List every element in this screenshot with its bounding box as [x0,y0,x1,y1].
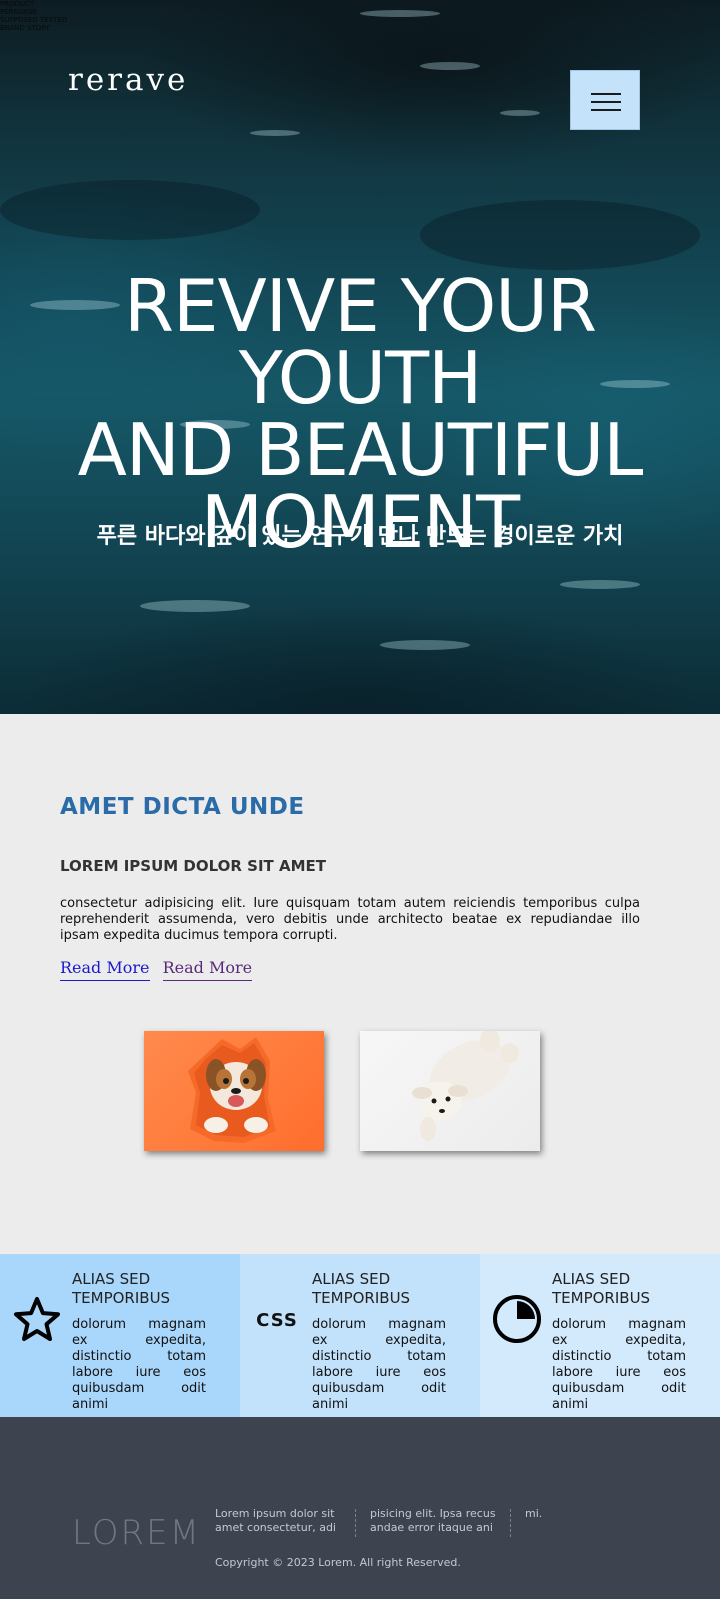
site-footer: LOREM Lorem ipsum dolor sit amet consect… [0,1417,720,1599]
hero-title-line: AND BEAUTIFUL [77,408,644,492]
puppy-photo-white [360,1031,540,1151]
water-shadow [0,180,260,240]
brand-logo[interactable]: rerave [68,62,188,98]
footer-divider [510,1509,511,1537]
feature-title: ALIAS SED TEMPORIBUS [552,1270,651,1307]
section-subtitle: LOREM IPSUM DOLOR SIT AMET [60,857,327,875]
feature-title: ALIAS SED TEMPORIBUS [72,1270,171,1307]
feature-card: CSS ALIAS SED TEMPORIBUS dolorum magnam … [240,1254,480,1417]
feature-card: ALIAS SED TEMPORIBUS dolorum magnam ex e… [0,1254,240,1417]
top-tag[interactable]: BRAND STORY [0,24,67,32]
features-strip: ALIAS SED TEMPORIBUS dolorum magnam ex e… [0,1254,720,1417]
read-more-link[interactable]: Read More [60,958,150,981]
top-tags: PRODUCT PERSUASE SUPPOSED TESTED BRAND S… [0,0,67,32]
water-ripple [500,110,540,116]
hero-title-line: REVIVE YOUR YOUTH [123,264,597,420]
read-more-link-visited[interactable]: Read More [162,958,253,981]
hero-title: REVIVE YOUR YOUTH AND BEAUTIFUL MOMENT [0,270,720,558]
top-tag[interactable]: PERSUASE [0,8,67,16]
water-shadow [420,200,700,270]
read-more-links: Read More Read More [60,958,260,981]
feature-card: ALIAS SED TEMPORIBUS dolorum magnam ex e… [480,1254,720,1417]
feature-text: dolorum magnam ex expedita, distinctio t… [552,1317,686,1412]
hamburger-icon [591,93,621,117]
top-tag[interactable]: PRODUCT [0,0,67,8]
footer-text: mi. [525,1507,543,1520]
hero-section: PRODUCT PERSUASE SUPPOSED TESTED BRAND S… [0,0,720,714]
section-title: AMET DICTA UNDE [60,794,305,820]
css-icon: CSS [252,1294,302,1344]
water-ripple [140,600,250,612]
water-ripple [250,130,300,136]
feature-title: ALIAS SED TEMPORIBUS [312,1270,411,1307]
intro-section: AMET DICTA UNDE LOREM IPSUM DOLOR SIT AM… [0,714,720,1254]
star-icon [12,1294,62,1344]
hero-subtitle: 푸른 바다와 깊이 있는 연구가 만나 만드는 경이로운 가치 [96,524,624,549]
pie-chart-icon [492,1294,542,1344]
water-ripple [560,580,640,589]
section-body: consectetur adipisicing elit. Iure quisq… [60,896,640,943]
footer-divider [355,1509,356,1537]
feature-text: dolorum magnam ex expedita, distinctio t… [312,1317,446,1412]
top-tag[interactable]: SUPPOSED TESTED [0,16,67,24]
footer-text: Lorem ipsum dolor sit amet consectetur, … [215,1507,336,1534]
water-ripple [360,10,440,17]
copyright-text: Copyright © 2023 Lorem. All right Reserv… [215,1556,461,1569]
water-ripple [380,640,470,650]
footer-logo: LOREM [72,1513,201,1553]
css-icon-text: CSS [256,1310,298,1331]
puppy-photo-orange [144,1031,324,1151]
menu-button[interactable] [570,70,640,130]
feature-text: dolorum magnam ex expedita, distinctio t… [72,1317,206,1412]
footer-text: pisicing elit. Ipsa recus andae error it… [370,1507,496,1534]
water-ripple [420,62,480,70]
